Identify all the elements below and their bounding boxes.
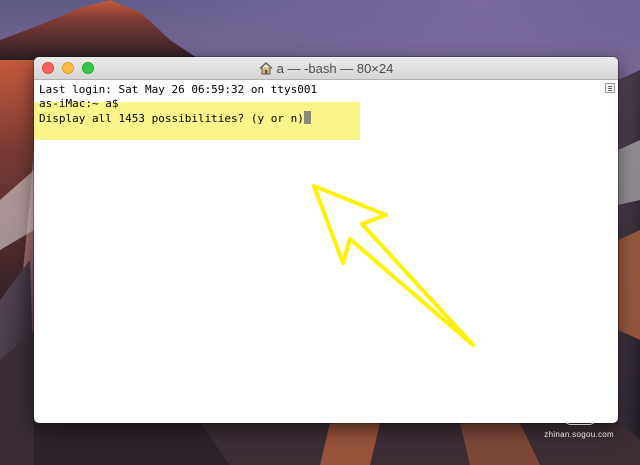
watermark-logo <box>564 409 596 425</box>
title-bar[interactable]: a — -bash — 80×24 <box>34 57 618 80</box>
terminal-line: Display all 1453 possibilities? (y or n) <box>39 111 317 125</box>
desktop-background: a — -bash — 80×24 Last login: Sat May 26… <box>0 0 640 465</box>
watermark-text: zhinan.sogou.com <box>544 430 614 439</box>
terminal-prompt-text: Display all 1453 possibilities? (y or n) <box>39 112 304 125</box>
terminal-line: as-iMac:~ a$ <box>39 97 119 110</box>
scrollbar-toggle-button[interactable] <box>605 83 615 93</box>
window-title-text: a — -bash — 80×24 <box>276 60 394 76</box>
window-title: a — -bash — 80×24 <box>34 57 618 79</box>
text-cursor <box>303 111 311 124</box>
terminal-output[interactable]: Last login: Sat May 26 06:59:32 on ttys0… <box>39 83 317 125</box>
home-icon <box>259 61 273 74</box>
terminal-window[interactable]: a — -bash — 80×24 Last login: Sat May 26… <box>34 57 618 423</box>
terminal-line: Last login: Sat May 26 06:59:32 on ttys0… <box>39 83 318 96</box>
